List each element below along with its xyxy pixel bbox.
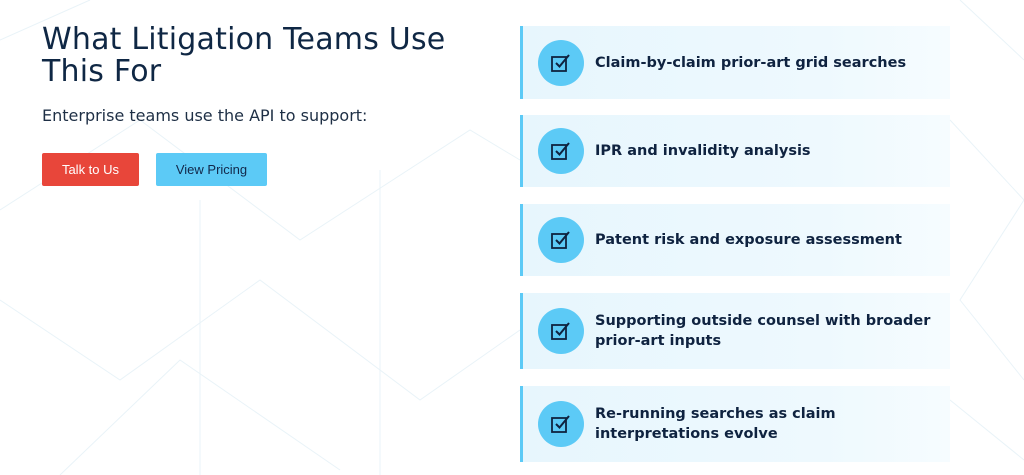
- checkbox-check-icon: [538, 401, 584, 447]
- use-case-card: IPR and invalidity analysis: [520, 115, 950, 187]
- use-case-label: IPR and invalidity analysis: [595, 143, 811, 159]
- checkbox-check-icon: [538, 128, 584, 174]
- intro-text: Enterprise teams use the API to support:: [42, 106, 368, 125]
- use-case-label: Patent risk and exposure assessment: [595, 232, 902, 248]
- use-case-card: Claim-by-claim prior-art grid searches: [520, 26, 950, 99]
- intro-section: What Litigation Teams Use This For Enter…: [42, 24, 502, 186]
- use-case-label: Supporting outside counsel with broader …: [595, 313, 931, 349]
- view-pricing-button[interactable]: View Pricing: [156, 153, 267, 186]
- use-case-card: Re-running searches as claim interpretat…: [520, 386, 950, 462]
- checkbox-check-icon: [538, 217, 584, 263]
- use-case-card: Patent risk and exposure assessment: [520, 204, 950, 276]
- page-title: What Litigation Teams Use This For: [42, 22, 446, 89]
- cta-buttons: Talk to Us View Pricing: [42, 153, 502, 186]
- use-case-label: Claim-by-claim prior-art grid searches: [595, 54, 907, 71]
- checkbox-check-icon: [538, 308, 584, 354]
- use-case-label: Re-running searches as claim interpretat…: [595, 406, 836, 442]
- talk-to-us-button[interactable]: Talk to Us: [42, 153, 139, 186]
- checkbox-check-icon: [538, 39, 584, 86]
- use-case-card: Supporting outside counsel with broader …: [520, 293, 950, 369]
